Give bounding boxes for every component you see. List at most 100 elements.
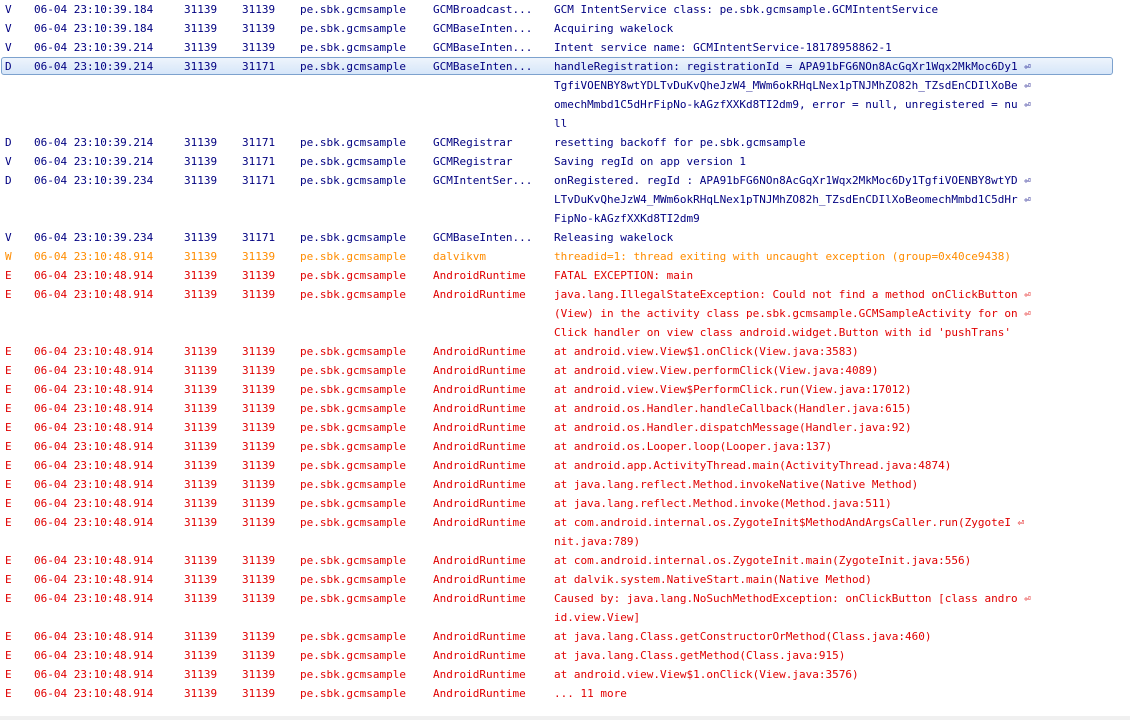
log-application: pe.sbk.gcmsample [300, 60, 406, 73]
log-tag: GCMBaseInten... [433, 41, 533, 54]
log-row[interactable]: V 06-04 23:10:39.184 31139 31139 pe.sbk.gcms… [0, 0, 1130, 19]
log-tag: AndroidRuntime [433, 497, 526, 510]
log-message-line: at android.os.Looper.loop(Looper.java:13… [554, 440, 833, 453]
log-message-line: at com.android.internal.os.ZygoteInit.ma… [554, 554, 972, 567]
log-time: 06-04 23:10:48.914 [34, 497, 154, 510]
log-row[interactable]: V 06-04 23:10:39.184 31139 31139 pe.sbk.gcms… [0, 19, 1130, 38]
log-application: pe.sbk.gcmsample [300, 459, 406, 472]
log-tid: 31139 [242, 364, 276, 377]
log-tag: AndroidRuntime [433, 573, 526, 586]
log-tag: GCMBaseInten... [433, 60, 533, 73]
log-tag: GCMIntentSer... [433, 174, 533, 187]
log-message-line: at android.view.View$1.onClick(View.java… [554, 345, 859, 358]
log-row[interactable]: W 06-04 23:10:48.914 31139 31139 pe.sbk.gcms… [0, 247, 1130, 266]
log-row[interactable]: E 06-04 23:10:48.914 31139 31139 pe.sbk.gcms… [0, 551, 1130, 570]
log-tag: AndroidRuntime [433, 649, 526, 662]
log-message: at java.lang.reflect.Method.invokeNative… [554, 475, 1059, 494]
log-level: E [5, 592, 12, 605]
log-message-line: at java.lang.Class.getConstructorOrMetho… [554, 630, 932, 643]
log-pid: 31139 [184, 288, 218, 301]
log-level: E [5, 573, 12, 586]
log-tid: 31139 [242, 402, 276, 415]
log-message-line: at android.view.View$1.onClick(View.java… [554, 668, 859, 681]
log-tid: 31139 [242, 592, 276, 605]
log-row[interactable]: D 06-04 23:10:39.214 31139 31171 pe.sbk.gcms… [0, 57, 1130, 133]
log-message: Intent service name: GCMIntentService-18… [554, 38, 1059, 57]
log-row[interactable]: E 06-04 23:10:48.914 31139 31139 pe.sbk.gcms… [0, 475, 1130, 494]
log-level: E [5, 364, 12, 377]
log-row[interactable]: E 06-04 23:10:48.914 31139 31139 pe.sbk.gcms… [0, 361, 1130, 380]
log-pid: 31139 [184, 516, 218, 529]
log-row[interactable]: E 06-04 23:10:48.914 31139 31139 pe.sbk.gcms… [0, 665, 1130, 684]
log-tag: AndroidRuntime [433, 440, 526, 453]
log-row[interactable]: V 06-04 23:10:39.214 31139 31171 pe.sbk.gcms… [0, 152, 1130, 171]
log-message-line: Saving regId on app version 1 [554, 155, 747, 168]
log-row[interactable]: D 06-04 23:10:39.234 31139 31171 pe.sbk.gcms… [0, 171, 1130, 228]
log-application: pe.sbk.gcmsample [300, 668, 406, 681]
log-row[interactable]: E 06-04 23:10:48.914 31139 31139 pe.sbk.gcms… [0, 342, 1130, 361]
log-pid: 31139 [184, 573, 218, 586]
log-application: pe.sbk.gcmsample [300, 174, 406, 187]
log-application: pe.sbk.gcmsample [300, 383, 406, 396]
horizontal-scrollbar[interactable] [0, 716, 1130, 720]
log-row[interactable]: E 06-04 23:10:48.914 31139 31139 pe.sbk.gcms… [0, 380, 1130, 399]
log-level: E [5, 687, 12, 700]
log-time: 06-04 23:10:48.914 [34, 554, 154, 567]
log-row[interactable]: V 06-04 23:10:39.214 31139 31139 pe.sbk.gcms… [0, 38, 1130, 57]
log-row[interactable]: E 06-04 23:10:48.914 31139 31139 pe.sbk.gcms… [0, 589, 1130, 627]
log-level: E [5, 402, 12, 415]
log-row[interactable]: E 06-04 23:10:48.914 31139 31139 pe.sbk.gcms… [0, 570, 1130, 589]
log-time: 06-04 23:10:39.214 [34, 155, 154, 168]
log-application: pe.sbk.gcmsample [300, 497, 406, 510]
log-tag: AndroidRuntime [433, 402, 526, 415]
log-message-line: at java.lang.reflect.Method.invoke(Metho… [554, 497, 892, 510]
log-row[interactable]: E 06-04 23:10:48.914 31139 31139 pe.sbk.gcms… [0, 627, 1130, 646]
log-time: 06-04 23:10:48.914 [34, 250, 154, 263]
log-message: at com.android.internal.os.ZygoteInit.ma… [554, 551, 1059, 570]
log-tag: GCMRegistrar [433, 136, 513, 149]
log-tag: GCMBaseInten... [433, 231, 533, 244]
log-row[interactable]: E 06-04 23:10:48.914 31139 31139 pe.sbk.gcms… [0, 399, 1130, 418]
log-row[interactable]: D 06-04 23:10:39.214 31139 31171 pe.sbk.gcms… [0, 133, 1130, 152]
log-tid: 31139 [242, 383, 276, 396]
log-application: pe.sbk.gcmsample [300, 269, 406, 282]
log-row[interactable]: E 06-04 23:10:48.914 31139 31139 pe.sbk.gcms… [0, 646, 1130, 665]
log-level: E [5, 269, 12, 282]
log-time: 06-04 23:10:48.914 [34, 345, 154, 358]
log-level: D [5, 174, 12, 187]
log-message-line: Caused by: java.lang.NoSuchMethodExcepti… [554, 592, 1031, 605]
log-message: at java.lang.reflect.Method.invoke(Metho… [554, 494, 1059, 513]
log-time: 06-04 23:10:39.214 [34, 41, 154, 54]
log-level: E [5, 649, 12, 662]
log-time: 06-04 23:10:48.914 [34, 668, 154, 681]
log-message: threadid=1: thread exiting with uncaught… [554, 247, 1059, 266]
log-tid: 31139 [242, 440, 276, 453]
log-row[interactable]: E 06-04 23:10:48.914 31139 31139 pe.sbk.gcms… [0, 684, 1130, 703]
log-row[interactable]: E 06-04 23:10:48.914 31139 31139 pe.sbk.gcms… [0, 266, 1130, 285]
log-row[interactable]: E 06-04 23:10:48.914 31139 31139 pe.sbk.gcms… [0, 418, 1130, 437]
log-tag: AndroidRuntime [433, 345, 526, 358]
log-row[interactable]: V 06-04 23:10:39.234 31139 31171 pe.sbk.gcms… [0, 228, 1130, 247]
log-message: at android.os.Handler.dispatchMessage(Ha… [554, 418, 1059, 437]
log-tid: 31139 [242, 554, 276, 567]
log-row[interactable]: E 06-04 23:10:48.914 31139 31139 pe.sbk.gcms… [0, 285, 1130, 342]
log-time: 06-04 23:10:48.914 [34, 383, 154, 396]
log-message: Caused by: java.lang.NoSuchMethodExcepti… [554, 589, 1059, 627]
log-time: 06-04 23:10:39.214 [34, 60, 154, 73]
log-tid: 31139 [242, 478, 276, 491]
log-application: pe.sbk.gcmsample [300, 231, 406, 244]
log-level: V [5, 41, 12, 54]
log-application: pe.sbk.gcmsample [300, 402, 406, 415]
log-row[interactable]: E 06-04 23:10:48.914 31139 31139 pe.sbk.gcms… [0, 437, 1130, 456]
log-tid: 31139 [242, 288, 276, 301]
log-level: E [5, 497, 12, 510]
log-row[interactable]: E 06-04 23:10:48.914 31139 31139 pe.sbk.gcms… [0, 513, 1130, 551]
log-row[interactable]: E 06-04 23:10:48.914 31139 31139 pe.sbk.gcms… [0, 494, 1130, 513]
log-message: at android.view.View.performClick(View.j… [554, 361, 1059, 380]
log-tag: AndroidRuntime [433, 383, 526, 396]
log-pid: 31139 [184, 649, 218, 662]
log-application: pe.sbk.gcmsample [300, 649, 406, 662]
log-tag: AndroidRuntime [433, 554, 526, 567]
log-row[interactable]: E 06-04 23:10:48.914 31139 31139 pe.sbk.gcms… [0, 456, 1130, 475]
log-time: 06-04 23:10:39.234 [34, 174, 154, 187]
